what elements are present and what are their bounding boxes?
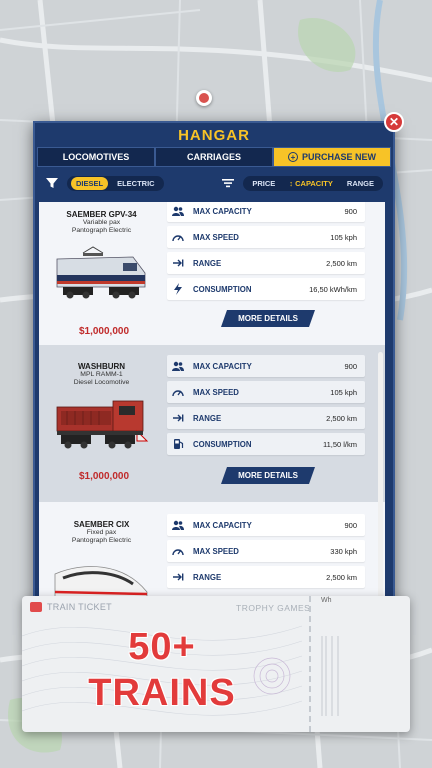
- stat-max-speed: MAX SPEED 330 kph: [167, 540, 365, 562]
- stat-value: 2,500 km: [326, 413, 357, 423]
- train-card: WASHBURN MPL RAMM-1 Diesel Locomotive $1…: [39, 345, 385, 502]
- close-icon: ✕: [388, 115, 400, 129]
- more-details-button[interactable]: MORE DETAILS: [221, 310, 315, 327]
- panel-title: HANGAR: [178, 126, 250, 144]
- stat-value: 2,500 km: [326, 258, 357, 268]
- train-subtitle: Fixed pax: [86, 529, 117, 536]
- diesel-locomotive-image: [56, 400, 149, 449]
- train-stats: MAX CAPACITY 900 MAX SPEED 105 kph RANGE…: [167, 202, 365, 304]
- train-type: Diesel Locomotive: [73, 379, 130, 387]
- stat-value: 105 kph: [330, 387, 357, 397]
- stat-value: 105 kph: [330, 232, 357, 242]
- list-scrollbar-track[interactable]: [378, 352, 383, 631]
- tab-carriages[interactable]: CARRIAGES: [155, 147, 273, 167]
- headline-count: 50+: [128, 626, 196, 668]
- electric-locomotive-image: [56, 246, 146, 299]
- stat-value: 900: [344, 206, 357, 216]
- stat-value: 16,50 kWh/km: [309, 284, 357, 294]
- train-list[interactable]: SAEMBER GPV-34 Variable pax Pantograph E…: [39, 202, 385, 631]
- sort-lines-icon[interactable]: [221, 176, 235, 190]
- ticket-header: TRAIN TICKET: [30, 602, 112, 612]
- map-pin-icon: [196, 90, 212, 106]
- type-filter-group: DIESEL ELECTRIC: [67, 175, 164, 191]
- arrow-right-icon: [171, 256, 185, 270]
- train-card: SAEMBER GPV-34 Variable pax Pantograph E…: [39, 202, 385, 349]
- stat-max-capacity: MAX CAPACITY 900: [167, 202, 365, 222]
- train-info: SAEMBER GPV-34 Variable pax Pantograph E…: [39, 202, 164, 235]
- train-ticket-banner: TRAIN TICKET TROPHY GAMES Wh 50+ TRAINS: [22, 596, 410, 732]
- stat-range: RANGE 2,500 km: [167, 407, 365, 429]
- ticket-header-label: TRAIN TICKET: [47, 602, 112, 612]
- ticket-logo-icon: [30, 602, 42, 612]
- train-subtitle: MPL RAMM-1: [80, 371, 123, 378]
- stat-value: 900: [344, 361, 357, 371]
- people-icon: [171, 359, 185, 373]
- lightning-icon: [171, 282, 185, 296]
- stat-max-speed: MAX SPEED 105 kph: [167, 381, 365, 403]
- speedometer-icon: [171, 544, 185, 558]
- tab-locomotives[interactable]: LOCOMOTIVES: [37, 147, 155, 167]
- stat-label: RANGE: [193, 258, 222, 268]
- ticket-corner-text: Wh: [321, 597, 332, 604]
- train-price: $1,000,000: [78, 326, 130, 337]
- stat-label: MAX CAPACITY: [193, 520, 252, 530]
- filter-diesel[interactable]: DIESEL: [71, 176, 109, 190]
- stat-value: 11,50 l/km: [322, 439, 357, 449]
- stat-label: MAX SPEED: [193, 387, 239, 397]
- stat-label: MAX CAPACITY: [193, 361, 252, 371]
- sort-capacity[interactable]: ↕ CAPACITY: [284, 177, 338, 190]
- stat-consumption: CONSUMPTION 11,50 l/km: [167, 433, 365, 455]
- fuel-pump-icon: [171, 437, 185, 451]
- more-details-button[interactable]: MORE DETAILS: [221, 467, 315, 484]
- sort-price[interactable]: PRICE: [247, 177, 280, 190]
- train-info: SAEMBER CIX Fixed pax Pantograph Electri…: [39, 502, 164, 545]
- filter-electric[interactable]: ELECTRIC: [112, 177, 160, 190]
- stat-max-capacity: MAX CAPACITY 900: [167, 514, 365, 536]
- arrow-right-icon: [171, 570, 185, 584]
- tab-purchase-new[interactable]: + PURCHASE NEW: [273, 147, 391, 167]
- stat-label: CONSUMPTION: [193, 284, 252, 294]
- train-name: SAEMBER GPV-34: [66, 210, 137, 219]
- speedometer-icon: [171, 230, 185, 244]
- train-type: Pantograph Electric: [71, 227, 132, 235]
- train-type: Pantograph Electric: [71, 537, 132, 545]
- stat-label: MAX SPEED: [193, 546, 239, 556]
- headline-trains: TRAINS: [88, 672, 236, 714]
- filter-funnel-icon[interactable]: [45, 176, 59, 190]
- train-name: WASHBURN: [77, 362, 126, 371]
- stat-label: MAX CAPACITY: [193, 206, 252, 216]
- stat-label: CONSUMPTION: [193, 439, 252, 449]
- train-info: WASHBURN MPL RAMM-1 Diesel Locomotive: [39, 345, 164, 387]
- filter-bar: DIESEL ELECTRIC PRICE ↕ CAPACITY RANGE: [35, 167, 393, 199]
- ticket-company: TROPHY GAMES: [236, 603, 311, 613]
- stat-max-speed: MAX SPEED 105 kph: [167, 226, 365, 248]
- arrow-right-icon: [171, 411, 185, 425]
- sort-group: PRICE ↕ CAPACITY RANGE: [243, 175, 383, 191]
- stat-value: 900: [344, 520, 357, 530]
- sort-range[interactable]: RANGE: [342, 177, 379, 190]
- plus-circle-icon: +: [287, 152, 298, 162]
- train-subtitle: Variable pax: [82, 219, 121, 226]
- stat-max-capacity: MAX CAPACITY 900: [167, 355, 365, 377]
- stat-value: 2,500 km: [326, 572, 357, 582]
- train-price: $1,000,000: [78, 471, 130, 482]
- stat-value: 330 kph: [330, 546, 357, 556]
- stat-range: RANGE 2,500 km: [167, 252, 365, 274]
- tab-purchase-new-label: PURCHASE NEW: [301, 152, 376, 162]
- people-icon: [171, 518, 185, 532]
- people-icon: [171, 204, 185, 218]
- stat-label: RANGE: [193, 413, 222, 423]
- ticket-stub: [309, 596, 409, 732]
- stat-label: MAX SPEED: [193, 232, 239, 242]
- speedometer-icon: [171, 385, 185, 399]
- tab-bar: LOCOMOTIVES CARRIAGES + PURCHASE NEW: [37, 147, 391, 167]
- train-stats: MAX CAPACITY 900 MAX SPEED 330 kph RANGE…: [167, 514, 365, 592]
- train-name: SAEMBER CIX: [73, 520, 130, 529]
- close-button[interactable]: ✕: [384, 112, 404, 132]
- train-stats: MAX CAPACITY 900 MAX SPEED 105 kph RANGE…: [167, 355, 365, 459]
- stat-range: RANGE 2,500 km: [167, 566, 365, 588]
- stat-consumption: CONSUMPTION 16,50 kWh/km: [167, 278, 365, 300]
- stat-label: RANGE: [193, 572, 222, 582]
- hangar-panel: HANGAR ✕ LOCOMOTIVES CARRIAGES + PURCHAS…: [33, 112, 404, 631]
